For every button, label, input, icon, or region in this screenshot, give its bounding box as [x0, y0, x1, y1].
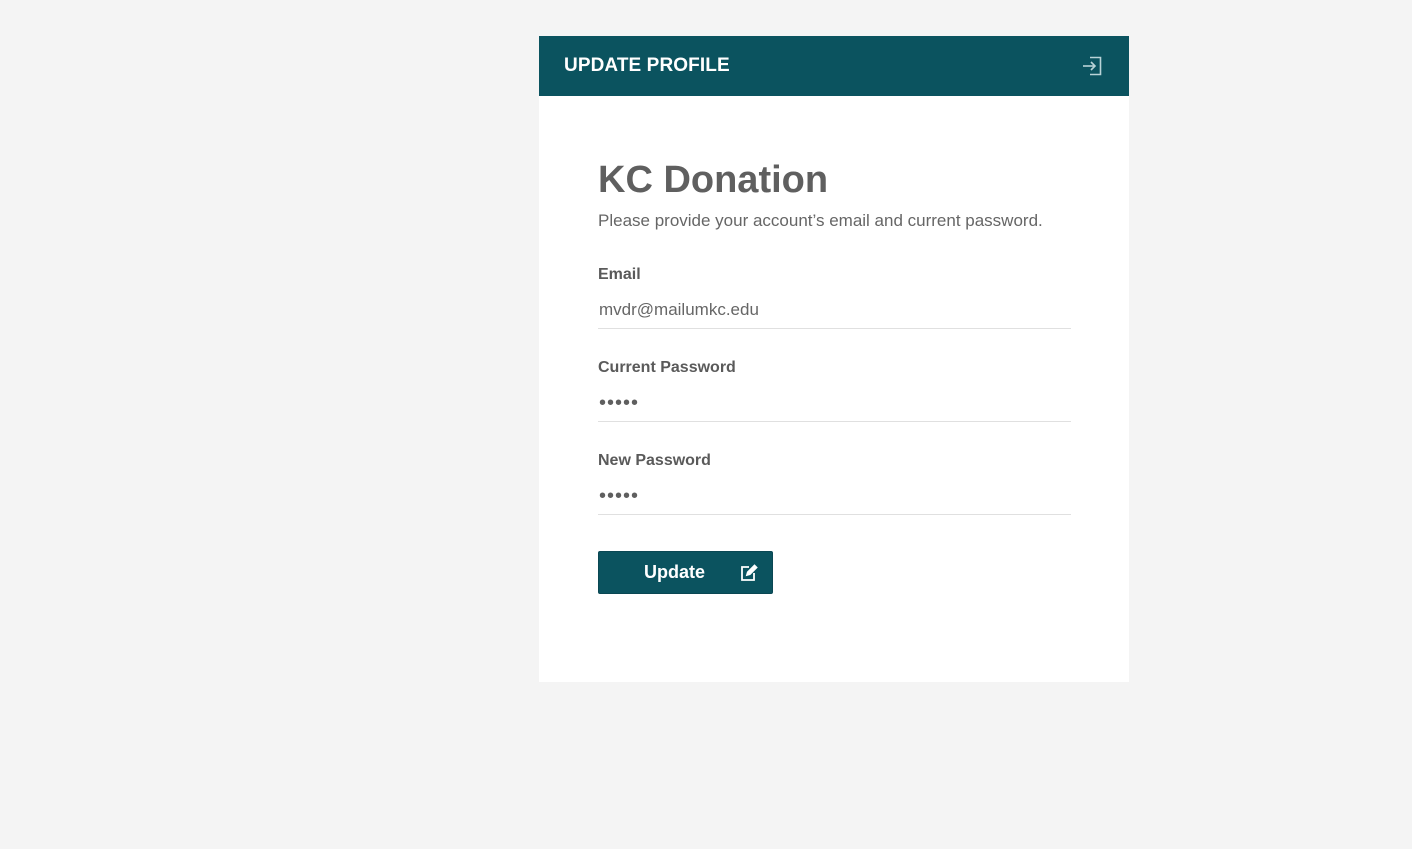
app-title: KC Donation: [598, 159, 829, 201]
email-input[interactable]: [598, 292, 1071, 329]
new-password-field-group: New Password: [598, 451, 1071, 515]
update-profile-card: UPDATE PROFILE KC Donation Please provid…: [539, 36, 1129, 682]
current-password-label: Current Password: [598, 359, 736, 376]
current-password-field-group: Current Password: [598, 358, 1071, 422]
card-title: UPDATE PROFILE: [564, 55, 730, 76]
email-field-group: Email: [598, 265, 1071, 329]
sign-in-icon[interactable]: [1081, 55, 1103, 77]
instructions-text: Please provide your account’s email and …: [598, 211, 1043, 230]
new-password-label: New Password: [598, 452, 711, 469]
current-password-input[interactable]: [598, 385, 1071, 422]
new-password-input[interactable]: [598, 478, 1071, 515]
email-label: Email: [598, 266, 641, 283]
card-header: UPDATE PROFILE: [539, 36, 1129, 96]
card-body: KC Donation Please provide your account’…: [539, 96, 1129, 594]
update-button[interactable]: Update: [598, 551, 773, 594]
update-button-label: Update: [644, 562, 706, 582]
edit-icon: [738, 563, 758, 583]
